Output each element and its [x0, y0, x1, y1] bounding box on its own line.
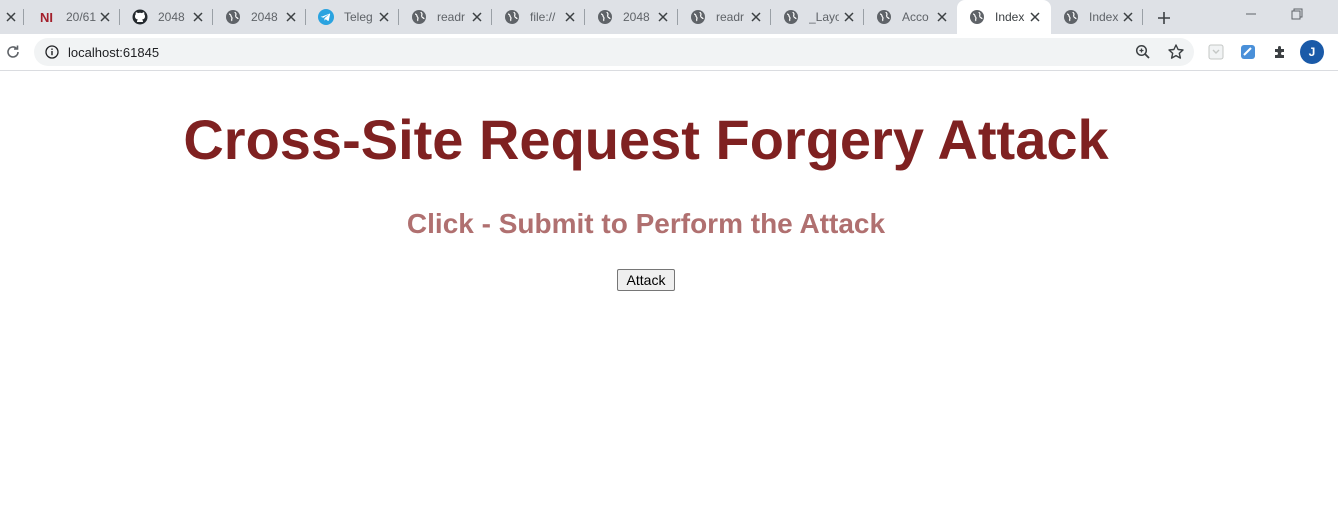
tab-account[interactable]: Acco — [864, 0, 957, 34]
tab-close-icon[interactable] — [3, 9, 19, 25]
tab-title: 2048 — [158, 10, 185, 24]
tab-github[interactable]: 2048 — [120, 0, 213, 34]
globe-icon — [411, 9, 427, 25]
tab-readme[interactable]: readr — [399, 0, 492, 34]
tab-strip: NI 20/61 2048 2048 Teleg readr file:// 2… — [0, 0, 1338, 34]
tab-close-icon[interactable] — [283, 9, 299, 25]
globe-icon — [876, 9, 892, 25]
globe-icon — [690, 9, 706, 25]
tab-title: file:// — [530, 10, 556, 24]
tab-title: readr — [437, 10, 466, 24]
attack-button[interactable]: Attack — [617, 269, 675, 291]
url-text[interactable]: localhost:61845 — [68, 45, 159, 60]
tab-index[interactable]: Index — [1051, 0, 1143, 34]
globe-icon — [1063, 9, 1079, 25]
extension-pocket-icon[interactable] — [1207, 43, 1225, 61]
tab-file[interactable]: file:// — [492, 0, 585, 34]
tab-close-icon[interactable] — [1027, 9, 1043, 25]
site-info-icon[interactable] — [44, 44, 60, 60]
tab-2048-b[interactable]: 2048 — [585, 0, 678, 34]
tab-close-icon[interactable] — [562, 9, 578, 25]
github-icon — [132, 9, 148, 25]
tab-close-icon[interactable] — [1120, 9, 1136, 25]
tab-index-active[interactable]: Index — [957, 0, 1051, 34]
page-subtitle: Click - Submit to Perform the Attack — [406, 208, 886, 239]
tab-readme-b[interactable]: readr — [678, 0, 771, 34]
minimize-icon[interactable] — [1241, 4, 1261, 24]
profile-avatar[interactable]: J — [1300, 40, 1324, 64]
browser-toolbar: localhost:61845 J — [0, 34, 1338, 71]
tab-layout[interactable]: _Layo — [771, 0, 864, 34]
tab-telegram[interactable]: Teleg — [306, 0, 399, 34]
tab-close-icon[interactable] — [376, 9, 392, 25]
tab-close-icon[interactable] — [934, 9, 950, 25]
globe-icon — [225, 9, 241, 25]
tab-close-icon[interactable] — [841, 9, 857, 25]
ni-logo-icon: NI — [40, 9, 56, 25]
bookmark-star-icon[interactable] — [1167, 43, 1185, 61]
tab-close-icon[interactable] — [748, 9, 764, 25]
tab-close-icon[interactable] — [190, 9, 206, 25]
tab-partial[interactable] — [0, 0, 24, 34]
tab-title: Index — [1089, 10, 1119, 24]
globe-icon — [504, 9, 520, 25]
tab-close-icon[interactable] — [97, 9, 113, 25]
tab-title: 20/61 — [66, 10, 97, 24]
address-bar[interactable]: localhost:61845 — [34, 38, 1194, 66]
reload-icon[interactable] — [3, 42, 23, 62]
tab-title: Teleg — [344, 10, 373, 24]
tab-title: Index — [995, 10, 1025, 24]
svg-text:NI: NI — [40, 10, 53, 24]
extensions-puzzle-icon[interactable] — [1271, 43, 1289, 61]
tab-title: _Layo — [809, 10, 839, 24]
tab-title: 2048 — [623, 10, 650, 24]
tab-ni[interactable]: NI 20/61 — [28, 0, 120, 34]
new-tab-plus-icon[interactable] — [1154, 8, 1174, 28]
restore-icon[interactable] — [1287, 4, 1307, 24]
globe-icon — [783, 9, 799, 25]
zoom-icon[interactable] — [1135, 44, 1151, 60]
tab-title: readr — [716, 10, 745, 24]
extension-blue-icon[interactable] — [1239, 43, 1257, 61]
page-title: Cross-Site Request Forgery Attack — [183, 108, 1109, 171]
tab-close-icon[interactable] — [469, 9, 485, 25]
tab-close-icon[interactable] — [655, 9, 671, 25]
tab-title: Acco — [902, 10, 929, 24]
page-content: Cross-Site Request Forgery Attack Click … — [0, 72, 1338, 505]
tab-title: 2048 — [251, 10, 278, 24]
tab-2048[interactable]: 2048 — [213, 0, 306, 34]
telegram-icon — [318, 9, 334, 25]
globe-icon — [969, 9, 985, 25]
globe-icon — [597, 9, 613, 25]
